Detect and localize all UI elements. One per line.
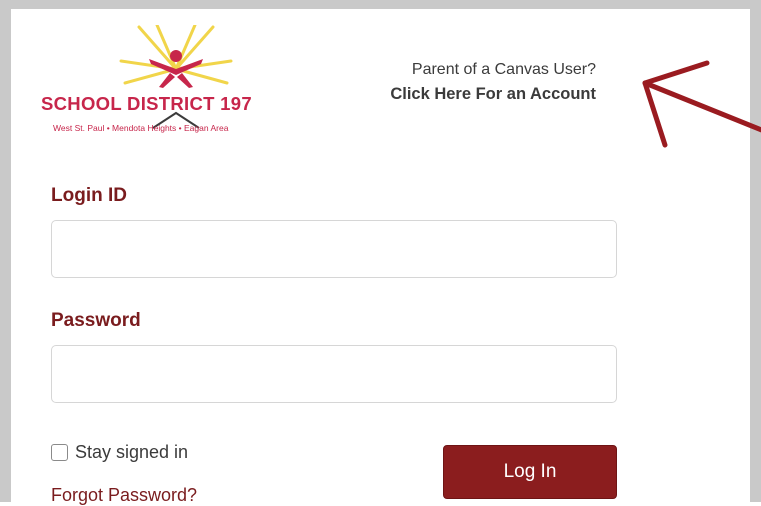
parent-signup-link[interactable]: Click Here For an Account xyxy=(390,85,596,104)
login-panel: SCHOOL DISTRICT 197 West St. Paul • Mend… xyxy=(0,0,761,505)
login-id-input[interactable] xyxy=(51,220,617,278)
parent-signup-question: Parent of a Canvas User? xyxy=(411,61,596,78)
login-id-label: Login ID xyxy=(51,185,127,206)
forgot-password-link[interactable]: Forgot Password? xyxy=(51,485,197,506)
stay-signed-in-checkbox[interactable] xyxy=(51,444,68,461)
password-label: Password xyxy=(51,310,141,331)
stay-signed-in-label: Stay signed in xyxy=(75,442,189,462)
logo-tagline: West St. Paul • Mendota Heights • Eagan … xyxy=(53,123,229,133)
logo-wordmark: SCHOOL DISTRICT 197 xyxy=(41,93,252,114)
annotation-arrow-icon xyxy=(642,60,761,148)
stay-signed-in[interactable]: Stay signed in xyxy=(51,442,188,463)
password-input[interactable] xyxy=(51,345,617,403)
log-in-button[interactable]: Log In xyxy=(443,445,617,499)
